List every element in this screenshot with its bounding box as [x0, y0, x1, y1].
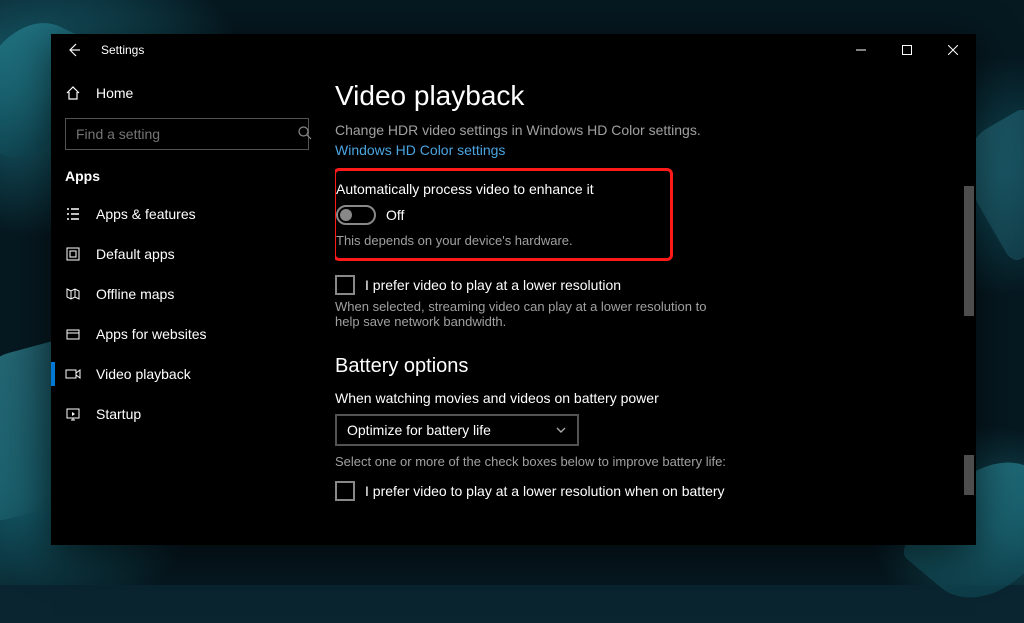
defaults-icon	[65, 246, 81, 262]
search-icon	[297, 125, 313, 141]
titlebar: Settings	[51, 34, 976, 66]
scroll-thumb[interactable]	[964, 455, 974, 495]
close-icon	[948, 45, 958, 55]
scrollbar[interactable]	[962, 66, 976, 545]
search-input[interactable]	[65, 118, 309, 150]
auto-enhance-toggle[interactable]	[336, 205, 376, 225]
battery-label: When watching movies and videos on batte…	[335, 390, 976, 406]
back-button[interactable]	[51, 34, 97, 66]
toggle-knob-icon	[340, 209, 352, 221]
battery-lowres-checkbox[interactable]	[335, 481, 355, 501]
chevron-down-icon	[555, 424, 567, 436]
battery-title: Battery options	[335, 355, 976, 378]
nav-apps-features[interactable]: Apps & features	[51, 194, 335, 234]
nav-default-apps[interactable]: Default apps	[51, 234, 335, 274]
arrow-left-icon	[66, 42, 82, 58]
nav-list: Apps & features Default apps Offline map…	[51, 194, 335, 434]
window-controls	[838, 34, 976, 66]
map-icon	[65, 286, 81, 302]
nav-startup[interactable]: Startup	[51, 394, 335, 434]
minimize-button[interactable]	[838, 34, 884, 66]
auto-enhance-hint: This depends on your device's hardware.	[336, 233, 656, 248]
main-content: Video playback Change HDR video settings…	[335, 66, 976, 545]
category-label: Apps	[51, 160, 335, 194]
nav-label: Default apps	[96, 246, 175, 262]
auto-enhance-state: Off	[386, 207, 404, 223]
nav-offline-maps[interactable]: Offline maps	[51, 274, 335, 314]
link-icon	[65, 326, 81, 342]
nav-label: Video playback	[96, 366, 191, 382]
battery-lowres-label: I prefer video to play at a lower resolu…	[365, 481, 725, 501]
nav-label: Startup	[96, 406, 141, 422]
home-button[interactable]: Home	[51, 74, 335, 112]
nav-apps-websites[interactable]: Apps for websites	[51, 314, 335, 354]
video-icon	[65, 366, 81, 382]
nav-label: Apps for websites	[96, 326, 207, 342]
list-icon	[65, 206, 81, 222]
nav-label: Offline maps	[96, 286, 174, 302]
dropdown-value: Optimize for battery life	[347, 422, 491, 438]
startup-icon	[65, 406, 81, 422]
hdr-desc: Change HDR video settings in Windows HD …	[335, 122, 976, 138]
nav-video-playback[interactable]: Video playback	[51, 354, 335, 394]
app-title: Settings	[101, 43, 144, 57]
close-button[interactable]	[930, 34, 976, 66]
battery-hint: Select one or more of the check boxes be…	[335, 454, 976, 469]
search-box	[65, 118, 321, 150]
lowres-hint: When selected, streaming video can play …	[335, 299, 725, 329]
settings-window: Settings Home Apps Apps & fea	[51, 34, 976, 545]
page-title: Video playback	[335, 80, 976, 112]
lowres-label: I prefer video to play at a lower resolu…	[365, 275, 621, 295]
scroll-thumb[interactable]	[964, 186, 974, 316]
highlight-box: Automatically process video to enhance i…	[335, 168, 673, 261]
lowres-checkbox[interactable]	[335, 275, 355, 295]
battery-dropdown[interactable]: Optimize for battery life	[335, 414, 579, 446]
maximize-button[interactable]	[884, 34, 930, 66]
nav-label: Apps & features	[96, 206, 196, 222]
sidebar: Home Apps Apps & features Default apps	[51, 66, 335, 545]
maximize-icon	[902, 45, 912, 55]
hdr-link[interactable]: Windows HD Color settings	[335, 142, 976, 158]
auto-enhance-label: Automatically process video to enhance i…	[336, 181, 656, 197]
home-label: Home	[96, 85, 133, 101]
minimize-icon	[856, 45, 866, 55]
home-icon	[65, 85, 81, 101]
